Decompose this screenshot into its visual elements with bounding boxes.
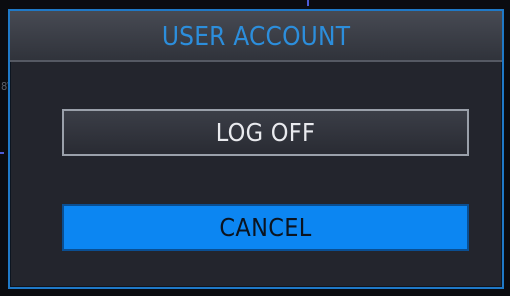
background-marker-top bbox=[307, 0, 309, 6]
user-account-dialog: USER ACCOUNT LOG OFF CANCEL bbox=[8, 9, 504, 289]
cancel-button[interactable]: CANCEL bbox=[62, 204, 469, 251]
dialog-titlebar: USER ACCOUNT bbox=[10, 11, 502, 62]
dialog-title: USER ACCOUNT bbox=[161, 22, 351, 52]
screen: 8\ USER ACCOUNT LOG OFF CANCEL bbox=[0, 0, 510, 296]
log-off-button[interactable]: LOG OFF bbox=[62, 109, 469, 156]
background-marker-left bbox=[0, 152, 4, 154]
